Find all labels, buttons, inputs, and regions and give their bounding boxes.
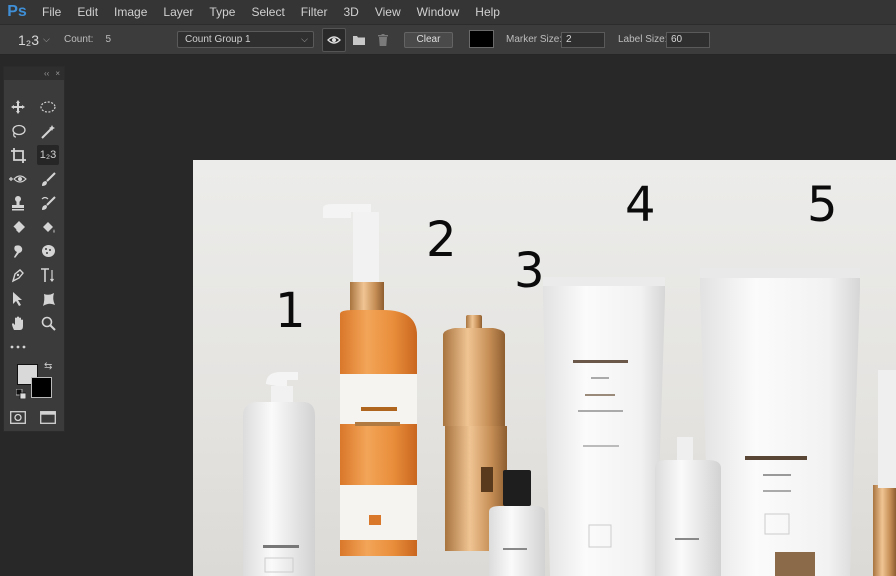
tools-panel-header: ‹‹ × [4,67,64,80]
trash-icon [378,34,388,46]
zoom-icon [41,316,56,331]
screen-mode-button[interactable] [37,407,59,427]
menu-edit[interactable]: Edit [69,0,106,24]
new-group-button[interactable] [352,32,366,48]
menu-select[interactable]: Select [243,0,292,24]
history-brush-tool[interactable] [37,193,59,213]
brush-tool[interactable] [37,169,59,189]
move-tool[interactable] [7,97,29,117]
red-eye-tool[interactable] [7,169,29,189]
count-group-value: Count Group 1 [185,34,251,45]
pen-icon [11,268,24,282]
magic-wand-tool[interactable] [37,121,59,141]
vertical-type-tool[interactable] [37,265,59,285]
custom-shape-icon [42,292,55,306]
move-icon [11,100,25,114]
count-group-select[interactable]: Count Group 1 ⌵ [177,31,314,48]
toggle-visibility-button[interactable] [322,28,346,52]
count-marker-label: 2 [426,212,457,268]
menu-image[interactable]: Image [106,0,155,24]
options-bar: 1₂3 ⌵ Count: 5 Count Group 1 ⌵ Clear Mar… [0,24,896,55]
count-color-swatch[interactable] [469,30,494,48]
custom-shape-tool[interactable] [37,289,59,309]
collapse-icon[interactable]: ‹‹ [44,69,49,78]
eraser-tool[interactable] [7,217,29,237]
eraser-icon [11,221,25,233]
count-marker-label: 5 [807,177,838,233]
smudge-icon [14,244,23,258]
brush-icon [41,171,56,186]
folder-icon [353,36,365,45]
background-color[interactable] [31,377,52,398]
sponge-tool[interactable] [37,241,59,261]
pen-tool[interactable] [7,265,29,285]
red-eye-icon [9,175,27,183]
delete-group-button[interactable] [376,32,390,48]
count-marker-label: 3 [514,243,545,299]
hand-tool[interactable] [7,313,29,333]
sponge-icon [41,245,55,257]
more-tools-icon [10,345,26,349]
label-size-input[interactable]: 60 [666,32,710,48]
menu-window[interactable]: Window [409,0,468,24]
clear-button[interactable]: Clear [404,32,453,48]
menu-file[interactable]: File [34,0,69,24]
zoom-tool[interactable] [37,313,59,333]
crop-tool[interactable] [7,145,29,165]
quick-mask-button[interactable] [7,407,29,427]
marquee-tool[interactable] [37,97,59,117]
product-photo [243,204,896,576]
lasso-icon [11,124,26,138]
default-colors-icon[interactable] [16,389,26,399]
path-select-icon [13,291,22,306]
tools-panel: ‹‹ × 1₂3 ⇆ [3,66,65,432]
menu-type[interactable]: Type [201,0,243,24]
document-canvas[interactable]: 1 2 3 4 5 [193,160,896,576]
count-label: Count: [64,34,94,45]
eye-icon [327,36,341,44]
paint-bucket-icon [42,221,54,233]
menu-help[interactable]: Help [467,0,508,24]
count-value: 5 [105,34,112,45]
swap-colors-icon[interactable]: ⇆ [44,361,52,372]
chevron-down-icon: ⌵ [43,34,50,44]
lasso-tool[interactable] [7,121,29,141]
count-tool-icon: 1₂3 [18,31,40,48]
path-select-tool[interactable] [7,289,29,309]
marker-size-label: Marker Size: [506,34,563,45]
crop-icon [10,147,26,163]
tool-preset-picker[interactable]: 1₂3 ⌵ [18,32,64,48]
count-icon: 1₂3 [39,149,57,161]
screen-mode-icon [40,410,56,424]
count-marker-label: 4 [625,177,656,233]
hand-icon [12,316,23,330]
chevron-down-icon: ⌵ [301,34,308,44]
label-size-label: Label Size: [618,34,668,45]
stamp-icon [12,195,24,210]
marker-size-input[interactable]: 2 [561,32,605,48]
marquee-icon [40,101,56,113]
count-tool[interactable]: 1₂3 [37,145,59,165]
count-marker-label: 1 [275,283,306,339]
close-icon[interactable]: × [55,69,60,78]
more-tools-button[interactable] [7,337,29,357]
menu-filter[interactable]: Filter [293,0,336,24]
menu-3d[interactable]: 3D [335,0,366,24]
stamp-tool[interactable] [7,193,29,213]
smudge-tool[interactable] [7,241,29,261]
magic-wand-icon [40,124,55,139]
menu-bar: Ps File Edit Image Layer Type Select Fil… [0,0,896,24]
vertical-type-icon [41,267,54,282]
app-logo: Ps [7,3,27,20]
paint-bucket-tool[interactable] [37,217,59,237]
quick-mask-icon [10,410,26,424]
menu-view[interactable]: View [367,0,409,24]
menu-layer[interactable]: Layer [155,0,201,24]
history-brush-icon [41,195,56,210]
